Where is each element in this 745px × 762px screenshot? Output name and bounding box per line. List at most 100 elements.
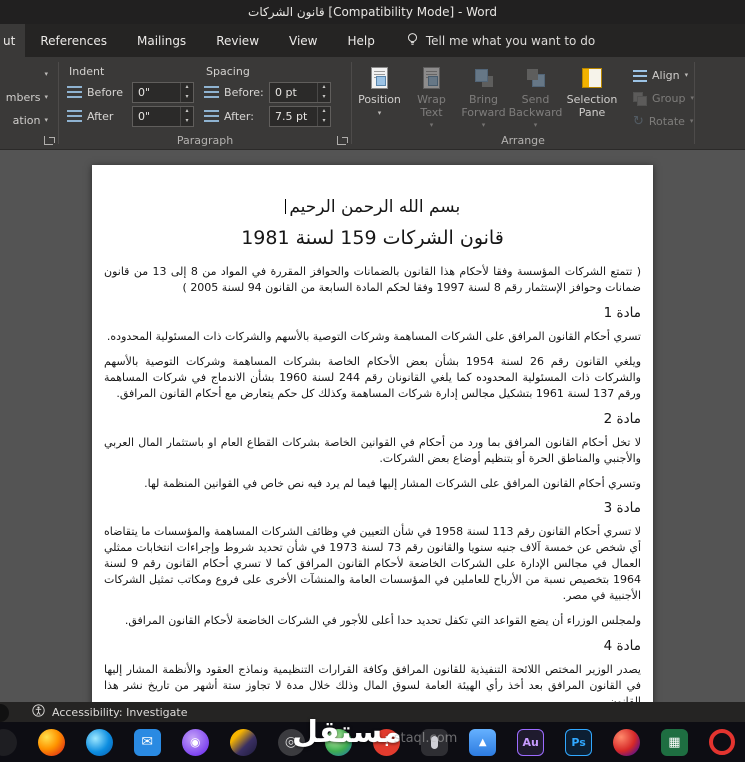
taskbar: ✉ ◉ ◎! ▲ Au Ps ▦ [0,722,745,762]
indent-before-input[interactable]: 0" ▴ ▾ [132,81,194,103]
camera-icon[interactable]: ◎ [277,728,305,756]
paragraph-dialog-launcher-icon[interactable] [337,136,346,145]
doc-heading[interactable]: بسم الله الرحمن الرحيم [104,197,641,217]
clipped-control[interactable]: ▾ [4,63,54,86]
chevron-down-icon: ▾ [533,121,538,130]
align-button[interactable]: Align ▾ [633,65,694,86]
browser-swirl-icon[interactable] [612,728,640,756]
document-canvas: بسم الله الرحمن الرحيم قانون الشركات 159 … [0,150,745,702]
chevron-down-icon: ▾ [684,71,689,79]
spinner-arrows[interactable]: ▴ ▾ [317,106,330,126]
edge-icon[interactable] [85,728,113,756]
doc-paragraph[interactable]: ويلغي القانون رقم 26 لسنة 1954 بشأن بعض … [104,354,641,402]
clipped-line-numbers-item[interactable]: mbers ▾ [4,86,54,109]
doc-paragraph[interactable]: تسري أحكام القانون المرافق على الشركات ا… [104,329,641,345]
doc-heading[interactable]: مادة 2 [104,411,641,427]
send-backward-button[interactable]: Send Backward ▾ [509,63,562,131]
chevron-down-icon: ▾ [44,70,48,78]
photoshop-icon[interactable]: Ps [565,728,593,756]
doc-paragraph[interactable]: لا تسري أحكام القانون رقم 113 لسنة 1958 … [104,524,641,604]
paragraph-group-label: Paragraph [176,134,234,147]
doc-paragraph[interactable]: ولمجلس الوزراء أن يضع القواعد التي تكفل … [104,613,641,629]
podcast-icon[interactable]: ◉ [181,728,209,756]
group-button[interactable]: Group ▾ [633,88,694,109]
tab-view[interactable]: View [274,24,332,57]
spacing-after-label: After: [224,109,254,123]
wrap-text-button[interactable]: Wrap Text ▾ [408,63,455,131]
doc-heading[interactable]: مادة 3 [104,500,641,516]
send-backward-icon [526,68,546,88]
arrange-group: Position ▾ Wrap Text ▾ Bring Forward ▾ S… [352,57,694,149]
spinner-arrows[interactable]: ▴ ▾ [317,82,330,102]
doc-paragraph[interactable]: وتسري أحكام القانون المرافق على الشركات … [104,476,641,492]
ribbon: ▾ mbers ▾ ation ▾ Indent Before 0" ▴ ▾ A… [0,57,745,150]
accessibility-status[interactable]: Accessibility: Investigate [52,706,188,719]
spacing-before-icon [204,86,220,98]
dialog-launcher-icon[interactable] [44,136,53,145]
indent-before-label: Before [87,85,123,99]
ribbon-tab-row: ut References Mailings Review View Help Tell … [0,24,745,57]
bring-forward-icon [474,68,494,88]
doc-heading[interactable]: مادة 1 [104,305,641,321]
spacing-before-input[interactable]: 0 pt ▴ ▾ [269,81,332,103]
position-button[interactable]: Position ▾ [356,63,403,119]
accessibility-icon [32,704,45,720]
audition-icon[interactable]: Au [517,728,545,756]
tab-references[interactable]: References [25,24,122,57]
globe-icon[interactable] [325,728,353,756]
doc-paragraph[interactable]: يصدر الوزير المختص اللائحة التنفيذية للق… [104,662,641,702]
group-separator [694,62,695,144]
doc-heading[interactable]: قانون الشركات 159 لسنة 1981 [104,227,641,249]
indent-after-input[interactable]: 0" ▴ ▾ [132,105,194,127]
tab-mailings[interactable]: Mailings [122,24,201,57]
microphone-icon[interactable] [421,728,449,756]
taskbar-icons: ✉ ◉ ◎! ▲ Au Ps ▦ [0,728,745,756]
chevron-down-icon: ▾ [377,108,382,117]
paragraph-group: Indent Before 0" ▴ ▾ After 0" ▴ ▾ Spacin… [59,57,351,149]
clipped-hyphenation-item[interactable]: ation ▾ [4,109,54,132]
align-icon [633,69,647,82]
firefox-icon[interactable] [37,728,65,756]
spreadsheet-icon[interactable]: ▦ [660,728,688,756]
bring-forward-button[interactable]: Bring Forward ▾ [460,63,507,131]
chevron-down-icon: ▾ [481,121,486,130]
selection-pane-button[interactable]: Selection Pane [564,63,620,121]
spacing-label: Spacing [206,65,250,78]
tab-review[interactable]: Review [201,24,274,57]
mail-icon[interactable]: ✉ [133,728,161,756]
indent-label: Indent [69,65,105,78]
arrange-group-label: Arrange [501,134,545,147]
word-window: قانون الشركات [Compatibility Mode] - Wor… [0,0,745,762]
spinner-arrows[interactable]: ▴ ▾ [180,106,193,126]
indent-after-icon [67,110,82,122]
selection-pane-icon [582,68,602,88]
doc-heading[interactable]: مادة 4 [104,638,641,654]
opera-icon[interactable] [708,729,735,755]
rotate-button[interactable]: ↻ Rotate ▾ [633,111,694,132]
spacing-after-icon [204,110,220,122]
status-cut-icon [0,704,9,722]
doc-paragraph[interactable]: لا تخل أحكام القانون المرافق بما ورد من … [104,435,641,467]
alert-icon[interactable]: ! [373,728,401,756]
lightbulb-icon [406,32,419,49]
titlebar: قانون الشركات [Compatibility Mode] - Wor… [0,0,745,24]
spinner-arrows[interactable]: ▴ ▾ [180,82,193,102]
ribbon-tab-list: ut References Mailings Review View Help [0,24,390,57]
page[interactable]: بسم الله الرحمن الرحيم قانون الشركات 159 … [92,165,653,702]
status-bar: Accessibility: Investigate [0,702,745,722]
photos-icon[interactable]: ▲ [469,728,497,756]
cut-app-icon[interactable] [0,728,17,756]
tab-layout-cut[interactable]: ut [0,24,26,57]
spacing-after-input[interactable]: 7.5 pt ▴ ▾ [269,105,332,127]
chevron-down-icon: ▾ [429,121,434,130]
eclipse-icon[interactable] [229,728,257,756]
chevron-down-icon: ▾ [690,94,695,102]
position-icon [371,67,388,89]
chevron-down-icon: ▾ [44,93,48,101]
tell-me-box[interactable]: Tell me what you want to do [406,24,595,57]
group-objects-icon [633,91,647,106]
wrap-text-icon [423,67,440,89]
rotate-icon: ↻ [633,114,644,129]
doc-paragraph[interactable]: ( تتمتع الشركات المؤسسة وفقا لأحكام هذا … [104,264,641,296]
tab-help[interactable]: Help [333,24,390,57]
